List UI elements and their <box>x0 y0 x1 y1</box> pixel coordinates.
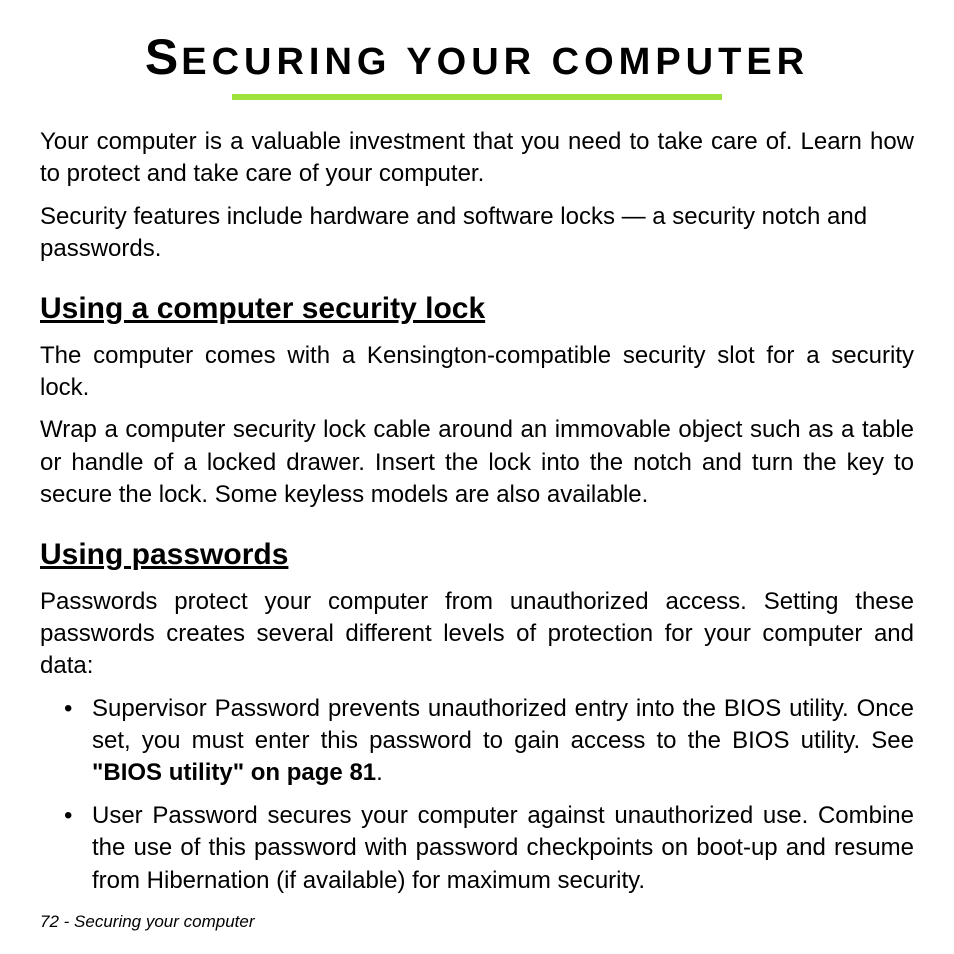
section-heading-security-lock: Using a computer security lock <box>40 292 914 326</box>
bullet-user-password: User Password secures your computer agai… <box>68 800 914 897</box>
section1-paragraph-1: The computer comes with a Kensington-com… <box>40 340 914 405</box>
bullet-supervisor-password: Supervisor Password prevents unauthorize… <box>68 693 914 790</box>
section1-paragraph-2: Wrap a computer security lock cable arou… <box>40 414 914 511</box>
footer-page-number: 72 <box>40 912 59 931</box>
intro-paragraph-2: Security features include hardware and s… <box>40 201 914 266</box>
bullet-text-bold: "BIOS utility" on page 81 <box>92 759 376 786</box>
bullet-text-post: . <box>376 759 383 786</box>
bullet-text-pre: User Password secures your computer agai… <box>92 802 914 894</box>
title-underline <box>232 94 722 100</box>
footer-separator: - <box>59 912 74 931</box>
title-rest: ECURING YOUR COMPUTER <box>181 41 809 83</box>
intro-paragraph-1: Your computer is a valuable investment t… <box>40 126 914 191</box>
section-heading-passwords: Using passwords <box>40 538 914 572</box>
bullet-text-pre: Supervisor Password prevents unauthorize… <box>92 695 914 754</box>
document-page: SECURING YOUR COMPUTER Your computer is … <box>0 0 954 954</box>
footer-section-name: Securing your computer <box>74 912 254 931</box>
page-title: SECURING YOUR COMPUTER <box>40 28 914 86</box>
password-bullet-list: Supervisor Password prevents unauthorize… <box>40 693 914 897</box>
section2-paragraph-1: Passwords protect your computer from una… <box>40 586 914 683</box>
title-first-letter: S <box>145 29 181 85</box>
page-footer: 72 - Securing your computer <box>40 912 255 932</box>
